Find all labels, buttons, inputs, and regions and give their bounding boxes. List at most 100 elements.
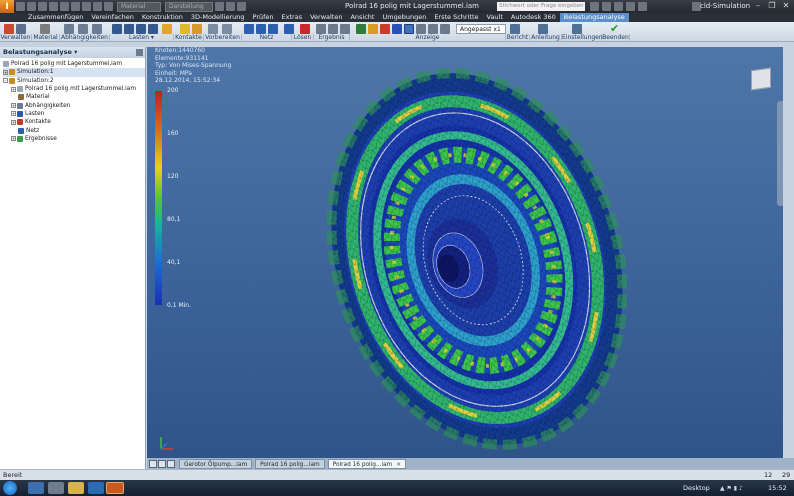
shaded-icon[interactable] [404, 24, 414, 34]
tree-item-constraints[interactable]: + Abhängigkeiten [3, 101, 145, 109]
convergence-plot-icon[interactable] [340, 24, 350, 34]
expand-icon[interactable]: + [11, 111, 16, 117]
subscription-icon[interactable] [602, 2, 611, 11]
tab-vault[interactable]: Vault [483, 13, 507, 22]
animate-icon[interactable] [316, 24, 326, 34]
panel-kontakte[interactable]: Kontakte [174, 34, 204, 42]
convergence-icon[interactable] [284, 24, 294, 34]
tab-ansicht[interactable]: Ansicht [346, 13, 378, 22]
assign-material-icon[interactable] [40, 24, 50, 34]
favorites-icon[interactable] [626, 2, 635, 11]
fixed-constraint-icon[interactable] [64, 24, 74, 34]
fea-rotor-model[interactable] [287, 59, 627, 458]
simulate-icon[interactable] [300, 24, 310, 34]
panel-netz[interactable]: Netz [242, 34, 292, 42]
panel-ergebnis[interactable]: Ergebnis [314, 34, 350, 42]
formula-icon[interactable] [237, 2, 246, 11]
panel-einstellungen[interactable]: Einstellungen [562, 34, 603, 42]
force-icon[interactable] [112, 24, 122, 34]
expand-icon[interactable]: + [11, 103, 16, 109]
communication-icon[interactable] [614, 2, 623, 11]
panel-anleitung[interactable]: Anleitung [530, 34, 562, 42]
new-icon[interactable] [16, 2, 25, 11]
tab-extras[interactable]: Extras [278, 13, 307, 22]
expand-icon[interactable]: + [3, 69, 8, 75]
taskbar-inventor-icon[interactable] [106, 482, 124, 494]
panel-anzeige[interactable]: Anzeige [350, 34, 506, 42]
guide-icon[interactable] [538, 24, 548, 34]
max-value-icon[interactable] [380, 24, 390, 34]
manual-contacts-icon[interactable] [192, 24, 202, 34]
tree-item-results[interactable]: + Ergebnisse [3, 135, 145, 143]
tree-item-simulation-2[interactable]: – Simulation:2 [3, 77, 145, 85]
material-combo[interactable]: Material [117, 1, 161, 12]
taskbar-app-icon[interactable] [48, 482, 64, 494]
tree-item-assembly[interactable]: + Polrad 16 polig mit Lagerstummel.iam [3, 85, 145, 93]
tab-erste-schritte[interactable]: Erste Schritte [430, 13, 482, 22]
local-mesh-icon[interactable] [268, 24, 278, 34]
panel-lasten[interactable]: Lasten ▾ [110, 34, 174, 42]
panel-abhaengigkeiten[interactable]: Abhängigkeiten [60, 34, 110, 42]
browser-title[interactable]: Belastungsanalyse ▾ [3, 48, 77, 56]
finish-check-icon[interactable]: ✔ [610, 23, 620, 34]
exclude-icon[interactable] [222, 24, 232, 34]
tray-icons[interactable]: ▲ ⚑ ▮ ♪ [720, 485, 760, 492]
redo-icon[interactable] [60, 2, 69, 11]
panel-loesen[interactable]: Lösen [292, 34, 314, 42]
user-name[interactable]: cld-Simulation [700, 2, 750, 10]
mesh-settings-icon[interactable] [256, 24, 266, 34]
frictionless-constraint-icon[interactable] [92, 24, 102, 34]
probe-icon[interactable] [328, 24, 338, 34]
bearing-load-icon[interactable] [136, 24, 146, 34]
start-button-icon[interactable] [3, 481, 17, 495]
collapse-icon[interactable]: – [3, 78, 8, 84]
automatic-contacts-icon[interactable] [180, 24, 190, 34]
tab-zusammenfuegen[interactable]: Zusammenfügen [24, 13, 87, 22]
tree-item-material[interactable]: Material [3, 93, 145, 101]
pin-constraint-icon[interactable] [78, 24, 88, 34]
tab-pruefen[interactable]: Prüfen [249, 13, 278, 22]
open-icon[interactable] [27, 2, 36, 11]
browser-header[interactable]: Belastungsanalyse ▾ [0, 47, 145, 58]
minimize-icon[interactable]: – [752, 1, 764, 11]
report-icon[interactable] [510, 24, 520, 34]
a360-icon[interactable] [638, 2, 647, 11]
tab-konstruktion[interactable]: Konstruktion [138, 13, 187, 22]
doc-tab-gerotor[interactable]: Gerotor Ölpump...iam [179, 458, 253, 469]
restore-icon[interactable]: ❐ [766, 1, 778, 11]
doc-tab-polrad-1[interactable]: Polrad 16 polig...iam [255, 458, 325, 469]
doc-tab-polrad-2[interactable]: Polrad 16 polig...iam ✕ [327, 458, 407, 469]
tab-verwalten[interactable]: Verwalten [306, 13, 346, 22]
viewcube[interactable] [751, 67, 771, 91]
close-icon[interactable]: ✕ [780, 1, 792, 11]
tab-autodesk-360[interactable]: Autodesk 360 [507, 13, 560, 22]
mesh-view-icon[interactable] [244, 24, 254, 34]
browser-close-icon[interactable] [136, 49, 143, 56]
home-icon[interactable] [71, 2, 80, 11]
manage-icon[interactable] [16, 24, 26, 34]
tree-item-loads[interactable]: + Lasten [3, 110, 145, 118]
appearance-combo[interactable]: Darstellung [165, 1, 213, 12]
mesh-display-icon[interactable] [440, 24, 450, 34]
expand-icon[interactable]: + [11, 119, 16, 125]
boundary-conditions-icon[interactable] [368, 24, 378, 34]
tree-item-contacts[interactable]: + Kontakte [3, 118, 145, 126]
display-scale-combo[interactable]: Angepasst x1 [456, 24, 506, 34]
tree-item-simulation-1[interactable]: + Simulation:1 [3, 68, 145, 77]
pressure-icon[interactable] [124, 24, 134, 34]
probe-labels-icon[interactable] [428, 24, 438, 34]
graphics-viewport[interactable]: Knoten:1440760 Elemente:931141 Typ: Von … [147, 47, 783, 458]
tree-item-mesh[interactable]: Netz [3, 126, 145, 134]
panel-material[interactable]: Material [32, 34, 60, 42]
undo-icon[interactable] [49, 2, 58, 11]
color-bar-icon[interactable] [356, 24, 366, 34]
tab-3d-modellierung[interactable]: 3D-Modellierung [187, 13, 249, 22]
create-study-icon[interactable] [4, 24, 14, 34]
simplify-icon[interactable] [208, 24, 218, 34]
panel-vorbereiten[interactable]: Vorbereiten [204, 34, 242, 42]
adjust-icon[interactable] [226, 2, 235, 11]
moment-icon[interactable] [148, 24, 158, 34]
settings-icon[interactable] [572, 24, 582, 34]
cascade-windows-icon[interactable] [158, 459, 166, 468]
close-tab-icon[interactable]: ✕ [396, 462, 401, 468]
